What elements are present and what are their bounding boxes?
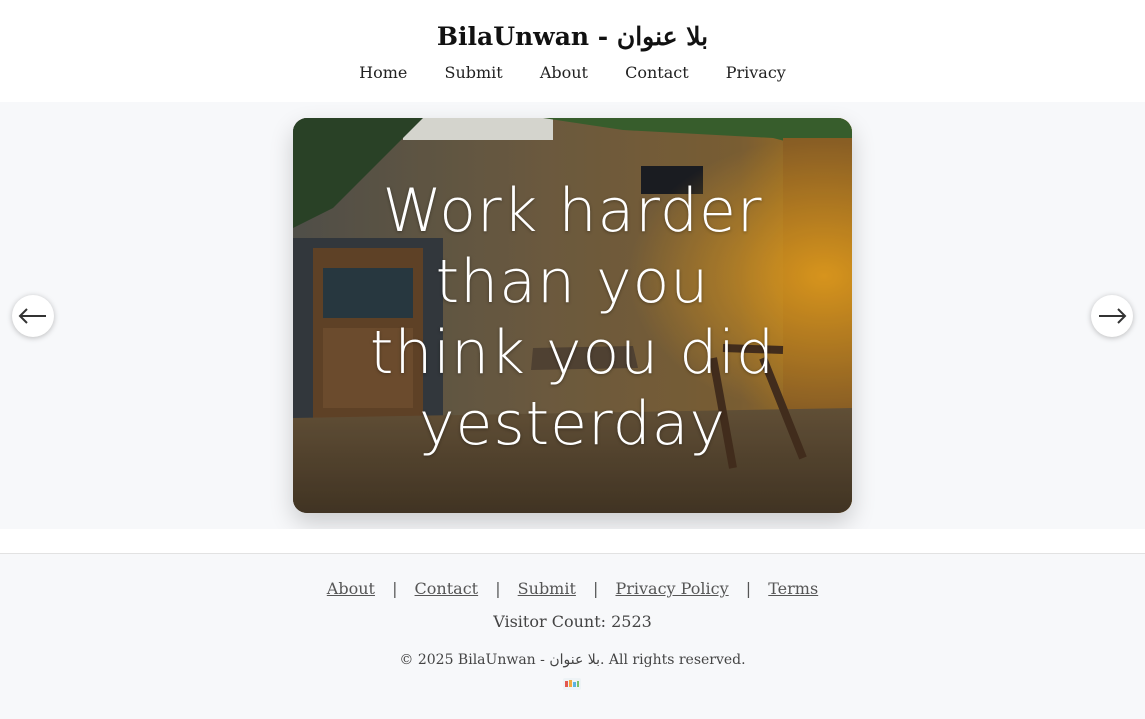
footer-link-submit[interactable]: Submit [518,579,576,598]
prev-slide-button[interactable] [12,295,54,337]
footer-links: About | Contact | Submit | Privacy Polic… [0,579,1145,598]
quote-line: than you [435,247,710,317]
arrow-left-icon [18,308,46,324]
footer-separator: | [392,579,398,598]
footer-separator: | [593,579,599,598]
copyright-notice: © 2025 BilaUnwan - بلا عنوان. All rights… [399,652,746,668]
footer-link-contact[interactable]: Contact [415,579,479,598]
hit-counter-badge-icon[interactable] [563,678,581,690]
footer-link-about[interactable]: About [327,579,375,598]
main-nav: Home Submit About Contact Privacy [0,63,1145,82]
arrow-right-icon [1099,308,1127,324]
site-title[interactable]: BilaUnwan - بلا عنوان [0,22,1145,51]
site-footer: About | Contact | Submit | Privacy Polic… [0,554,1145,719]
slide-quote: Work harder than you think you did yeste… [293,176,852,460]
nav-about[interactable]: About [540,63,588,82]
nav-contact[interactable]: Contact [625,63,689,82]
nav-privacy[interactable]: Privacy [726,63,786,82]
nav-home[interactable]: Home [359,63,407,82]
quote-line: Work harder [382,176,763,246]
footer-link-terms[interactable]: Terms [768,579,818,598]
site-header: BilaUnwan - بلا عنوان Home Submit About … [0,0,1145,102]
quote-line: think you did [369,318,776,388]
footer-separator: | [745,579,752,598]
slide-image: Work harder than you think you did yeste… [293,118,852,513]
nav-submit[interactable]: Submit [444,63,502,82]
next-slide-button[interactable] [1091,295,1133,337]
image-slider: Work harder than you think you did yeste… [0,102,1145,529]
section-divider [0,529,1145,554]
visitor-count: Visitor Count: 2523 [493,612,652,631]
quote-line: yesterday [418,389,727,459]
footer-separator: | [495,579,501,598]
footer-link-privacy-policy[interactable]: Privacy Policy [615,579,728,598]
